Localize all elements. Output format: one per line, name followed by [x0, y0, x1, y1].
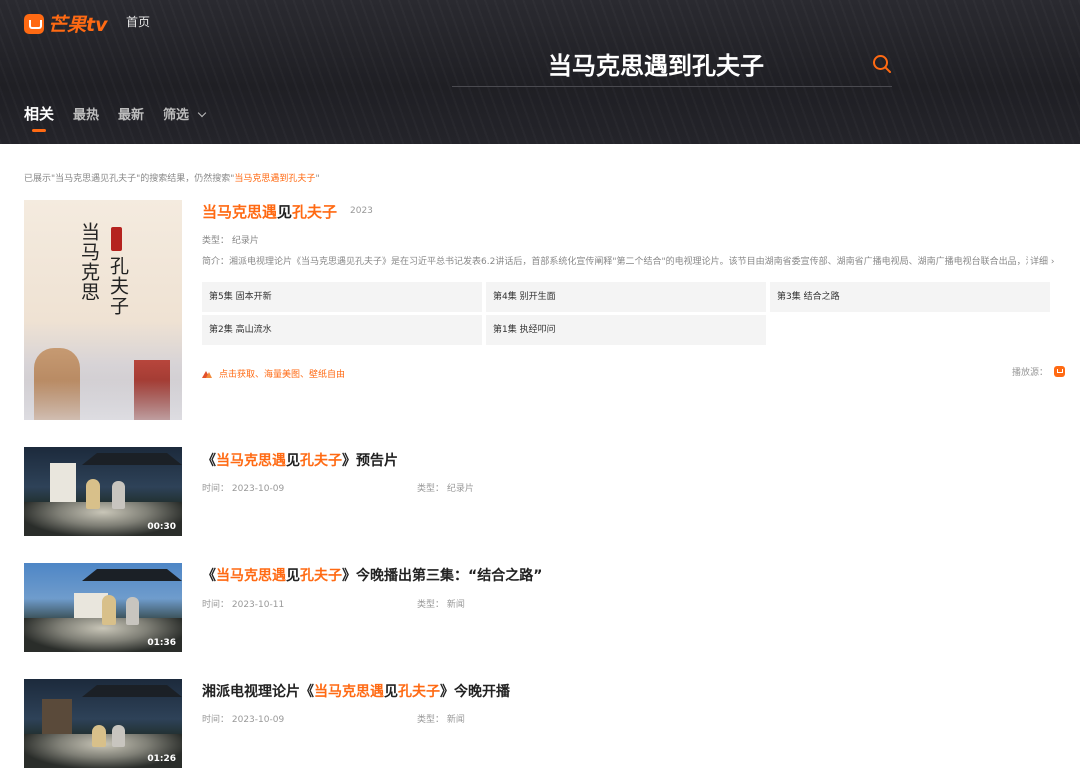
- video-time: 时间： 2023-10-09: [202, 715, 285, 725]
- promo-text: 点击获取、海量美图、壁纸自由: [219, 370, 346, 380]
- video-type: 类型： 新闻: [417, 715, 465, 725]
- thumb-figure: [112, 725, 125, 747]
- thumb-figure: [86, 479, 100, 509]
- video-title[interactable]: 湘派电视理论片《当马克思遇见孔夫子》今晚开播: [202, 681, 510, 701]
- logo-text: 芒果tv: [48, 14, 108, 36]
- video-title-hl: 当马克思遇: [314, 684, 384, 700]
- play-source-label: 播放源：: [1012, 368, 1049, 378]
- tab-filter-label: 筛选: [163, 108, 190, 123]
- video-title-hl: 孔夫子: [300, 568, 342, 584]
- thumb-roof: [82, 453, 182, 465]
- show-title-hl1: 当马克思遇: [202, 203, 278, 221]
- episode-button[interactable]: 第4集 别开生面: [486, 282, 766, 312]
- poster-seal: [111, 227, 122, 251]
- result-tabs: 相关 最热 最新 筛选: [24, 103, 207, 132]
- video-title[interactable]: 《当马克思遇见孔夫子》预告片: [202, 450, 398, 470]
- video-title-part: 见: [286, 453, 300, 469]
- mgtv-logo[interactable]: 芒果tv: [24, 10, 107, 37]
- video-title-hl: 当马克思遇: [216, 568, 286, 584]
- video-title-hl: 当马克思遇: [216, 453, 286, 469]
- show-title[interactable]: 当马克思遇见孔夫子: [202, 201, 337, 222]
- show-title-hl2: 孔夫子: [292, 203, 338, 221]
- video-title-part: 《: [202, 453, 216, 469]
- play-source: 播放源：: [1012, 365, 1066, 378]
- thumb-figure: [126, 597, 139, 625]
- video-title-part: 》预告片: [342, 453, 398, 469]
- video-type: 类型： 纪录片: [417, 484, 474, 494]
- thumb-screen: [42, 699, 72, 739]
- tab-hottest[interactable]: 最热: [73, 104, 99, 123]
- mgtv-logo-icon: [24, 13, 44, 34]
- tab-filter[interactable]: 筛选: [163, 104, 207, 123]
- nav-home-link[interactable]: 首页: [126, 13, 150, 30]
- video-thumbnail[interactable]: 01:36: [24, 563, 182, 652]
- video-thumbnail[interactable]: 01:26: [24, 679, 182, 768]
- tab-related[interactable]: 相关: [24, 103, 54, 132]
- detail-link[interactable]: 详细: [1030, 254, 1054, 267]
- header-bar: 芒果tv 首页 当马克思遇到孔夫子 相关 最热 最新 筛选: [0, 0, 1080, 144]
- show-type: 类型： 纪录片: [202, 236, 259, 246]
- episode-button[interactable]: 第2集 高山流水: [202, 315, 482, 345]
- search-icon[interactable]: [872, 54, 892, 74]
- video-duration: 01:26: [147, 754, 176, 764]
- search-input[interactable]: 当马克思遇到孔夫子: [548, 46, 764, 81]
- thumb-figure: [102, 595, 116, 625]
- video-title[interactable]: 《当马克思遇见孔夫子》今晚播出第三集：“结合之路”: [202, 565, 542, 585]
- video-title-part: 《: [202, 568, 216, 584]
- show-title-mid: 见: [277, 203, 293, 221]
- video-type: 类型： 新闻: [417, 600, 465, 610]
- episode-button[interactable]: 第5集 固本开新: [202, 282, 482, 312]
- show-description: 简介：湘派电视理论片《当马克思遇见孔夫子》是在习近平总书记发表6.2讲话后，首部…: [202, 257, 1028, 267]
- search-notice: 已展示"当马克思遇见孔夫子"的搜索结果，仍然搜索"当马克思遇到孔夫子": [24, 171, 320, 184]
- video-time: 时间： 2023-10-09: [202, 484, 285, 494]
- video-title-part: 见: [384, 684, 398, 700]
- mountain-icon: [202, 370, 213, 378]
- video-title-part: 湘派电视理论片《: [202, 684, 314, 700]
- poster-title-line2: 孔夫子: [107, 256, 129, 316]
- video-duration: 00:30: [147, 522, 176, 532]
- search-box[interactable]: 当马克思遇到孔夫子: [452, 40, 892, 87]
- video-time: 时间： 2023-10-11: [202, 600, 285, 610]
- poster-fog: [24, 380, 182, 420]
- mgtv-source-icon[interactable]: [1054, 366, 1066, 377]
- show-year: 2023: [350, 206, 373, 216]
- episode-button[interactable]: 第3集 结合之路: [770, 282, 1050, 312]
- thumb-screen: [50, 463, 76, 505]
- notice-search-link[interactable]: 当马克思遇到孔夫子: [234, 174, 315, 184]
- tab-latest[interactable]: 最新: [118, 104, 144, 123]
- video-title-hl: 孔夫子: [398, 684, 440, 700]
- episode-button[interactable]: 第1集 执经叩问: [486, 315, 766, 345]
- video-title-part: 见: [286, 568, 300, 584]
- video-title-part: 》今晚播出第三集：“结合之路”: [342, 568, 543, 584]
- notice-suffix: ": [315, 174, 320, 184]
- video-title-part: 》今晚开播: [440, 684, 510, 700]
- show-poster[interactable]: 当马克思 孔夫子: [24, 200, 182, 420]
- chevron-down-icon: [197, 108, 207, 118]
- promo-link[interactable]: 点击获取、海量美图、壁纸自由: [202, 367, 345, 380]
- video-title-hl: 孔夫子: [300, 453, 342, 469]
- notice-prefix: 已展示"当马克思遇见孔夫子"的搜索结果，仍然搜索": [24, 174, 235, 184]
- poster-title-line1: 当马克思: [78, 222, 100, 302]
- thumb-figure: [92, 725, 106, 747]
- thumb-roof: [82, 685, 182, 697]
- thumb-figure: [112, 481, 125, 509]
- video-duration: 01:36: [147, 638, 176, 648]
- video-thumbnail[interactable]: 00:30: [24, 447, 182, 536]
- thumb-roof: [82, 569, 182, 581]
